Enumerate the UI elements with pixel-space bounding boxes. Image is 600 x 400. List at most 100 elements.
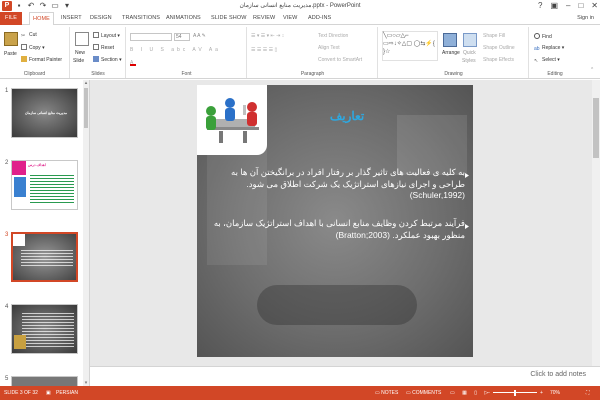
arrange-icon[interactable] (443, 33, 457, 47)
tab-file[interactable]: FILE (0, 12, 22, 25)
replace-button[interactable]: ab Replace ▾ (534, 45, 564, 52)
zoom-out-icon[interactable]: – (487, 386, 490, 400)
thumb-text-lines (30, 173, 74, 203)
select-button[interactable]: ↖ Select ▾ (534, 57, 560, 64)
new-slide-button[interactable]: New (75, 50, 85, 57)
tab-design[interactable]: DESIGN (90, 12, 112, 25)
find-button[interactable]: Find (534, 33, 552, 41)
list-buttons[interactable]: ☰ ▾ ☰ ▾ ⇤ ⇥ ↕ (251, 33, 284, 40)
quick-styles-icon[interactable] (463, 33, 477, 47)
zoom-slider-thumb[interactable] (514, 390, 516, 396)
zoom-level[interactable]: 70% (550, 386, 560, 400)
align-text-button[interactable]: Align Text (318, 45, 340, 52)
tab-transitions[interactable]: TRANSITIONS (122, 12, 160, 25)
tab-insert[interactable]: INSERT (61, 12, 82, 25)
arrange-button[interactable]: Arrange (442, 50, 460, 57)
current-slide[interactable]: تعاریف به کلیه ی فعالیت های تاثیر گذار ب… (197, 85, 473, 357)
notes-button[interactable]: ▭ NOTES (375, 386, 398, 400)
font-color-button[interactable]: A (130, 59, 138, 66)
thumbnail-scrollbar[interactable]: ▴ ▾ (83, 80, 89, 386)
new-slide-icon[interactable] (75, 32, 89, 46)
thumb-image (14, 177, 26, 197)
slide-title[interactable]: تعاریف (307, 109, 387, 123)
font-format-buttons[interactable]: B I U S abc AV Aa (130, 47, 221, 54)
quick-styles-button-label2[interactable]: Styles (462, 58, 476, 65)
cut-button[interactable]: ✂ Cut (21, 32, 37, 39)
comments-button[interactable]: ▭ COMMENTS (406, 386, 441, 400)
slide-thumbnail-pane: 1 مدیریت منابع انسانی سازمان 2 اهداف درس… (0, 80, 90, 388)
thumb-number: 4 (5, 304, 9, 310)
slide-scrollbar[interactable] (592, 80, 600, 366)
spelling-icon[interactable]: ▣ (46, 386, 51, 400)
tab-review[interactable]: REVIEW (253, 12, 275, 25)
slide-thumbnail-selected[interactable] (11, 232, 78, 282)
slide-thumbnail[interactable] (11, 304, 78, 354)
font-size-buttons[interactable]: A A ✎ (193, 33, 206, 40)
layout-button[interactable]: Layout ▾ (93, 32, 120, 40)
quick-styles-button[interactable]: Quick (463, 50, 476, 57)
slide-thumbnail[interactable]: مدیریت منابع انسانی سازمان (11, 88, 78, 138)
zoom-in-icon[interactable]: + (540, 386, 543, 400)
layout-icon (93, 32, 99, 38)
font-name-field[interactable] (130, 33, 172, 41)
shape-fill-button[interactable]: Shape Fill (483, 33, 505, 40)
minimize-icon[interactable]: – (566, 0, 570, 12)
view-buttons[interactable]: ▭ ▦ ▯ ▷ (450, 386, 491, 400)
meeting-figures-icon (206, 98, 259, 143)
slide-thumbnail[interactable]: اهداف درس (11, 160, 78, 210)
tab-add-ins[interactable]: ADD-INS (308, 12, 331, 25)
language-indicator[interactable]: PERSIAN (56, 386, 78, 400)
notes-label: NOTES (381, 390, 399, 396)
bullet-icon (465, 221, 469, 229)
collapse-ribbon-icon[interactable]: ⌃ (590, 67, 594, 74)
notes-pane[interactable]: Click to add notes (90, 366, 600, 386)
shape-outline-button[interactable]: Shape Outline (483, 45, 515, 52)
alignment-buttons[interactable]: ☰ ☰ ☰ ☰ ▯ (251, 47, 277, 54)
text-direction-button[interactable]: Text Direction (318, 33, 348, 40)
slide-counter: SLIDE 3 OF 32 (4, 390, 38, 396)
thumb-number: 5 (5, 376, 9, 382)
scroll-up-icon[interactable]: ▴ (83, 80, 89, 86)
format-painter-button[interactable]: Format Painter (21, 56, 62, 64)
meeting-figures-image[interactable] (197, 85, 267, 155)
reset-icon (93, 44, 99, 50)
convert-smartart-button[interactable]: Convert to SmartArt (318, 57, 362, 64)
scrollbar-thumb[interactable] (593, 98, 599, 158)
copy-button[interactable]: Copy ▾ (21, 44, 45, 52)
notes-placeholder[interactable]: Click to add notes (530, 371, 586, 378)
thumb-number: 3 (5, 232, 9, 238)
layout-label: Layout (101, 33, 117, 39)
replace-icon: ab (534, 46, 540, 52)
ribbon-display-icon[interactable]: ▣ (550, 0, 558, 12)
tab-home[interactable]: HOME (29, 12, 54, 26)
font-color-icon: A (130, 60, 136, 66)
font-group: 54 A A ✎ B I U S abc AV Aa A Font (127, 27, 247, 78)
paste-icon[interactable] (4, 32, 18, 46)
paragraph-group-label: Paragraph (300, 71, 325, 77)
paste-button[interactable]: Paste (4, 51, 17, 58)
tab-slide-show[interactable]: SLIDE SHOW (211, 12, 247, 25)
shapes-gallery[interactable]: ╲▭○▱△⌐ ▭⇨↓✧△▢ ◯⇆⚡{ }☆ (382, 31, 438, 61)
close-icon[interactable]: ✕ (591, 0, 598, 12)
comments-label: COMMENTS (412, 390, 442, 396)
fit-slide-icon[interactable]: ⛶ (586, 386, 590, 400)
shape-effects-button[interactable]: Shape Effects (483, 57, 514, 64)
section-button[interactable]: Section ▾ (93, 56, 122, 64)
cut-icon: ✂ (21, 33, 26, 39)
reset-button[interactable]: Reset (93, 44, 114, 52)
sign-in-link[interactable]: Sign in (577, 12, 594, 25)
reset-label: Reset (101, 45, 115, 51)
slide-editor: تعاریف به کلیه ی فعالیت های تاثیر گذار ب… (90, 80, 600, 386)
tab-animations[interactable]: ANIMATIONS (166, 12, 201, 25)
slide-body-paragraph[interactable]: به کلیه ی فعالیت های تاثیر گذار بر رفتار… (203, 167, 469, 202)
scrollbar-thumb[interactable] (84, 88, 88, 128)
slide-body-paragraph[interactable]: فرآیند مرتبط کردن وظایف منابع انسانی با … (203, 218, 469, 241)
drawing-group-label: Drawing (444, 71, 463, 77)
window-title: مدیریت منابع انسانی سازمان.pptx - PowerP… (239, 3, 361, 9)
tab-view[interactable]: VIEW (283, 12, 297, 25)
help-icon[interactable]: ? (538, 0, 542, 12)
maximize-icon[interactable]: □ (578, 0, 583, 12)
replace-label: Replace (542, 45, 561, 51)
new-slide-button-label2[interactable]: Slide (73, 58, 84, 65)
font-size-field[interactable]: 54 (174, 33, 190, 41)
